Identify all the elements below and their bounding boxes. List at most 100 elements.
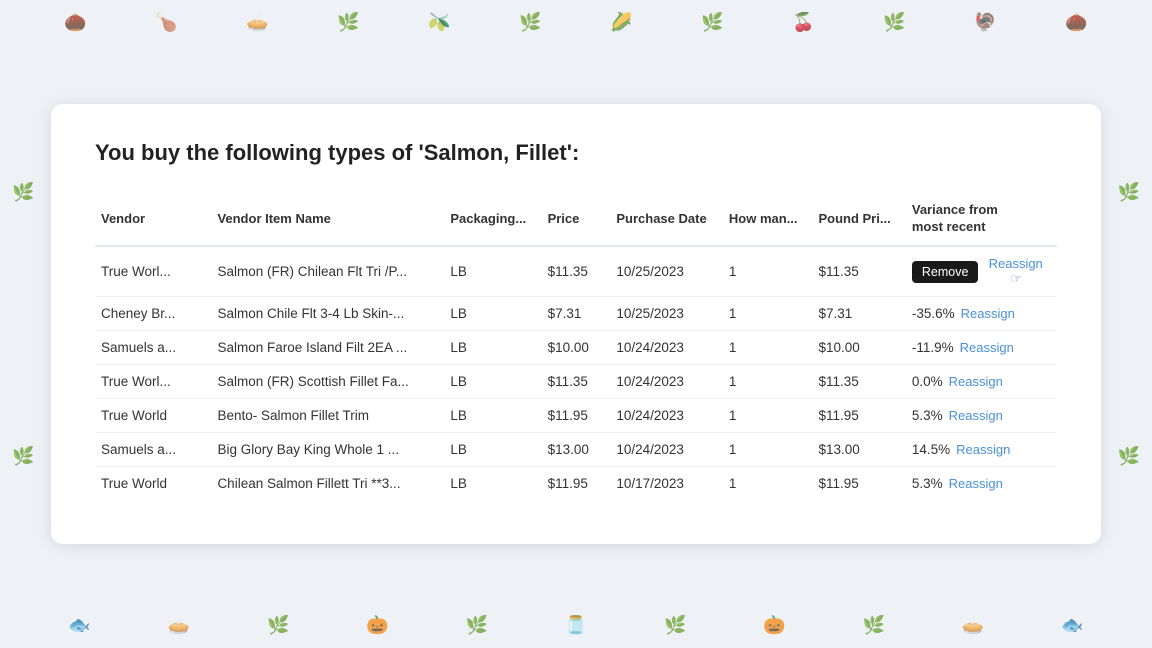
cell-date: 10/24/2023 <box>610 433 723 467</box>
col-header-variance: Variance frommost recent <box>906 194 1057 247</box>
reassign-button-row7[interactable]: Reassign <box>949 476 1003 491</box>
salmon-table: Vendor Vendor Item Name Packaging... Pri… <box>95 194 1057 501</box>
main-card: You buy the following types of 'Salmon, … <box>51 104 1101 545</box>
deco-branch-5: 🌿 <box>267 615 289 636</box>
cell-how-many: 1 <box>723 433 813 467</box>
col-header-item-name: Vendor Item Name <box>211 194 444 247</box>
col-header-pound-price: Pound Pri... <box>812 194 905 247</box>
cell-action: 14.5% Reassign <box>906 433 1057 467</box>
reassign-button-row3[interactable]: Reassign <box>960 340 1014 355</box>
deco-berry-1: 🍒 <box>792 12 814 33</box>
table-header-row: Vendor Vendor Item Name Packaging... Pri… <box>95 194 1057 247</box>
cell-action: -35.6% Reassign <box>906 297 1057 331</box>
col-header-vendor: Vendor <box>95 194 211 247</box>
cell-pound-price: $11.95 <box>812 467 905 501</box>
cell-vendor: True World <box>95 467 211 501</box>
action-cell-row4: 0.0% Reassign <box>912 374 1047 389</box>
deco-pie-1: 🥧 <box>246 12 268 33</box>
deco-fish-2: 🐟 <box>1061 615 1083 636</box>
deco-left-1: 🌿 <box>12 182 34 203</box>
table-row: True Worl... Salmon (FR) Chilean Flt Tri… <box>95 246 1057 297</box>
deco-fish-1: 🐟 <box>68 615 90 636</box>
cell-item-name: Chilean Salmon Fillett Tri **3... <box>211 467 444 501</box>
cell-packaging: LB <box>444 467 541 501</box>
cell-date: 10/24/2023 <box>610 399 723 433</box>
cell-vendor: True World <box>95 399 211 433</box>
reassign-button-row4[interactable]: Reassign <box>949 374 1003 389</box>
variance-value: -35.6% <box>912 306 955 321</box>
reassign-button-row5[interactable]: Reassign <box>949 408 1003 423</box>
bottom-decoration-row: 🐟 🥧 🌿 🎃 🌿 🫙 🌿 🎃 🌿 🥧 🐟 <box>0 615 1152 636</box>
deco-branch-4: 🌿 <box>883 12 905 33</box>
cell-action: Remove Reassign ☞ <box>906 246 1057 297</box>
cell-packaging: LB <box>444 246 541 297</box>
deco-turkey-1: 🦃 <box>974 12 996 33</box>
cell-vendor: True Worl... <box>95 246 211 297</box>
deco-left-2: 🌿 <box>12 446 34 467</box>
deco-acorn-2: 🌰 <box>1065 12 1087 33</box>
deco-branch-8: 🌿 <box>863 615 885 636</box>
cell-packaging: LB <box>444 297 541 331</box>
cell-pound-price: $11.35 <box>812 365 905 399</box>
cell-how-many: 1 <box>723 297 813 331</box>
cell-pound-price: $11.95 <box>812 399 905 433</box>
cell-packaging: LB <box>444 433 541 467</box>
cell-date: 10/25/2023 <box>610 246 723 297</box>
cell-item-name: Salmon (FR) Chilean Flt Tri /P... <box>211 246 444 297</box>
cell-price: $7.31 <box>542 297 611 331</box>
col-header-how-many: How man... <box>723 194 813 247</box>
cell-item-name: Salmon Chile Flt 3-4 Lb Skin-... <box>211 297 444 331</box>
cell-item-name: Bento- Salmon Fillet Trim <box>211 399 444 433</box>
page-wrapper: 🌰 🍗 🥧 🌿 🫒 🌿 🌽 🌿 🍒 🌿 🦃 🌰 🐟 🥧 🌿 🎃 🌿 🫙 🌿 🎃 … <box>0 0 1152 648</box>
cell-date: 10/24/2023 <box>610 365 723 399</box>
cell-item-name: Big Glory Bay King Whole 1 ... <box>211 433 444 467</box>
action-cell-row3: -11.9% Reassign <box>912 340 1047 355</box>
deco-pie-3: 🥧 <box>962 615 984 636</box>
action-cell-row2: -35.6% Reassign <box>912 306 1047 321</box>
cell-vendor: Samuels a... <box>95 331 211 365</box>
cell-date: 10/17/2023 <box>610 467 723 501</box>
action-cell-row5: 5.3% Reassign <box>912 408 1047 423</box>
table-row: True World Bento- Salmon Fillet Trim LB … <box>95 399 1057 433</box>
reassign-button-row6[interactable]: Reassign <box>956 442 1010 457</box>
cell-how-many: 1 <box>723 331 813 365</box>
cell-price: $10.00 <box>542 331 611 365</box>
deco-right-1: 🌿 <box>1118 182 1140 203</box>
cell-item-name: Salmon (FR) Scottish Fillet Fa... <box>211 365 444 399</box>
cell-action: 0.0% Reassign <box>906 365 1057 399</box>
cell-date: 10/24/2023 <box>610 331 723 365</box>
table-row: True Worl... Salmon (FR) Scottish Fillet… <box>95 365 1057 399</box>
cell-action: 5.3% Reassign <box>906 399 1057 433</box>
cell-how-many: 1 <box>723 399 813 433</box>
cell-price: $13.00 <box>542 433 611 467</box>
action-cell-row6: 14.5% Reassign <box>912 442 1047 457</box>
cell-how-many: 1 <box>723 365 813 399</box>
cell-how-many: 1 <box>723 467 813 501</box>
cell-price: $11.35 <box>542 246 611 297</box>
cell-packaging: LB <box>444 331 541 365</box>
cell-vendor: Samuels a... <box>95 433 211 467</box>
table-row: Samuels a... Salmon Faroe Island Filt 2E… <box>95 331 1057 365</box>
cell-price: $11.35 <box>542 365 611 399</box>
variance-value: -11.9% <box>912 340 954 355</box>
table-body: True Worl... Salmon (FR) Chilean Flt Tri… <box>95 246 1057 500</box>
deco-branch-7: 🌿 <box>664 615 686 636</box>
cell-pound-price: $11.35 <box>812 246 905 297</box>
remove-button[interactable]: Remove <box>912 261 979 283</box>
col-header-purchase-date: Purchase Date <box>610 194 723 247</box>
deco-chicken-1: 🍗 <box>155 12 177 33</box>
deco-pumpkin-1: 🎃 <box>366 615 388 636</box>
reassign-button-row2[interactable]: Reassign <box>961 306 1015 321</box>
cell-pound-price: $13.00 <box>812 433 905 467</box>
cell-vendor: True Worl... <box>95 365 211 399</box>
variance-value: 5.3% <box>912 476 943 491</box>
cell-action: -11.9% Reassign <box>906 331 1057 365</box>
cell-item-name: Salmon Faroe Island Filt 2EA ... <box>211 331 444 365</box>
deco-right-2: 🌿 <box>1118 446 1140 467</box>
reassign-button-row1[interactable]: Reassign ☞ <box>984 256 1047 287</box>
cell-action: 5.3% Reassign <box>906 467 1057 501</box>
cell-packaging: LB <box>444 365 541 399</box>
deco-olive-1: 🫒 <box>428 12 450 33</box>
top-decoration-row: 🌰 🍗 🥧 🌿 🫒 🌿 🌽 🌿 🍒 🌿 🦃 🌰 <box>0 12 1152 33</box>
cell-price: $11.95 <box>542 467 611 501</box>
